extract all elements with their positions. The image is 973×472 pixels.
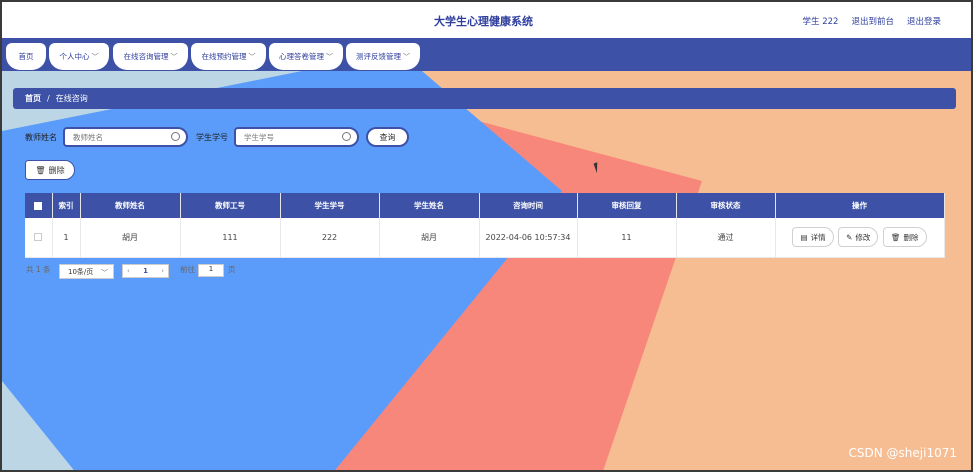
- search-icon: [171, 132, 180, 141]
- cell-index: 1: [52, 218, 81, 258]
- cell-teacher-id: 111: [180, 218, 281, 258]
- teacher-name-label: 教师姓名: [25, 133, 57, 142]
- header-teacher-id: 教师工号: [180, 193, 281, 218]
- nav-label: 心理答卷管理: [279, 52, 324, 61]
- document-icon: ▤: [800, 232, 808, 242]
- chevron-down-icon: ﹀: [101, 269, 108, 277]
- header-student-name: 学生姓名: [379, 193, 480, 218]
- detail-button[interactable]: ▤ 详情: [792, 227, 834, 248]
- cell-student-name: 胡月: [379, 218, 480, 258]
- next-page-icon[interactable]: ›: [161, 267, 164, 275]
- current-page[interactable]: 1: [143, 267, 148, 275]
- bulk-delete-button[interactable]: 🗑 删除: [25, 160, 75, 180]
- user-label: 学生 222: [802, 17, 839, 27]
- header-index: 索引: [52, 193, 81, 218]
- header-operations: 操作: [775, 193, 945, 218]
- cell-consult-time: 2022-04-06 10:57:34: [479, 218, 578, 258]
- header-teacher-name: 教师姓名: [80, 193, 181, 218]
- chevron-down-icon: ﹀: [326, 52, 333, 61]
- header-review-reply: 审核回复: [577, 193, 677, 218]
- app-title: 大学生心理健康系统: [434, 15, 533, 28]
- nav-item-consult-mgmt[interactable]: 在线咨询管理 ﹀: [113, 43, 188, 70]
- row-delete-label: 删除: [903, 232, 919, 242]
- header-review-status: 审核状态: [676, 193, 776, 218]
- nav-label: 个人中心: [59, 52, 90, 61]
- prev-page-icon[interactable]: ‹: [127, 267, 130, 275]
- chevron-down-icon: ﹀: [91, 52, 99, 61]
- row-delete-button[interactable]: 🗑 删除: [882, 227, 927, 248]
- breadcrumb-separator: /: [47, 94, 50, 103]
- query-button[interactable]: 查询: [366, 127, 409, 147]
- pencil-icon: ✎: [846, 232, 853, 242]
- edit-button[interactable]: ✎ 修改: [838, 227, 879, 248]
- page-size-value: 10条/页: [68, 267, 94, 276]
- cell-review-reply: 11: [577, 218, 677, 258]
- teacher-name-input[interactable]: [73, 132, 173, 142]
- trash-icon: 🗑: [890, 232, 901, 242]
- nav-label: 在线预约管理: [201, 52, 247, 61]
- breadcrumb-current: 在线咨询: [55, 94, 88, 103]
- student-id-label: 学生学号: [196, 133, 228, 142]
- teacher-name-field[interactable]: [63, 127, 188, 147]
- chevron-down-icon: ﹀: [403, 52, 410, 61]
- nav-label: 首页: [18, 52, 34, 61]
- main-nav: 首页 个人中心 ﹀ 在线咨询管理 ﹀ 在线预约管理 ﹀ 心理答卷管理 ﹀ 测评反馈管理 ﹀: [2, 38, 971, 71]
- cell-student-id: 222: [280, 218, 380, 258]
- nav-item-questionnaire-mgmt[interactable]: 心理答卷管理 ﹀: [269, 43, 343, 70]
- student-id-field[interactable]: [234, 127, 359, 147]
- logout-link[interactable]: 退出登录: [907, 15, 941, 27]
- delete-label: 删除: [48, 165, 65, 175]
- page-unit-label: 页: [228, 265, 236, 274]
- page-size-select[interactable]: 10条/页 ﹀: [59, 264, 114, 279]
- header-select-all[interactable]: [25, 193, 53, 218]
- goto-label: 前往: [180, 265, 195, 274]
- consult-table: 索引 教师姓名 教师工号 学生学号 学生姓名 咨询时间 审核回复 审核状态 操作…: [25, 193, 945, 258]
- goto-page-input[interactable]: 1: [198, 264, 224, 277]
- cell-teacher-name: 胡月: [80, 218, 181, 258]
- select-all-checkbox[interactable]: [34, 202, 43, 210]
- nav-item-appointment-mgmt[interactable]: 在线预约管理 ﹀: [191, 43, 266, 70]
- breadcrumb: 首页 / 在线咨询: [13, 88, 956, 109]
- pager-nav: ‹ 1 ›: [122, 264, 169, 278]
- back-to-front-link[interactable]: 退出到前台: [851, 15, 894, 27]
- detail-label: 详情: [810, 232, 826, 242]
- nav-item-home[interactable]: 首页: [6, 43, 46, 70]
- breadcrumb-home[interactable]: 首页: [25, 93, 41, 104]
- header-consult-time: 咨询时间: [479, 193, 578, 218]
- chevron-down-icon: ﹀: [248, 52, 256, 61]
- table-row: 1 胡月 111 222 胡月 2022-04-06 10:57:34 11 通…: [25, 218, 945, 258]
- top-right-links: 学生 222 退出到前台 退出登录: [803, 15, 941, 27]
- row-checkbox[interactable]: [34, 233, 43, 242]
- chevron-down-icon: ﹀: [170, 52, 178, 61]
- watermark: CSDN @sheji1071: [848, 446, 957, 460]
- cell-operations: ▤ 详情 ✎ 修改 🗑 删除: [775, 218, 945, 258]
- nav-label: 测评反馈管理: [356, 52, 401, 61]
- nav-item-personal-center[interactable]: 个人中心 ﹀: [49, 43, 109, 70]
- pager-total: 共 1 条: [26, 265, 51, 274]
- header-student-id: 学生学号: [280, 193, 380, 218]
- table-header-row: 索引 教师姓名 教师工号 学生学号 学生姓名 咨询时间 审核回复 审核状态 操作: [25, 193, 945, 218]
- edit-label: 修改: [855, 232, 871, 242]
- nav-label: 在线咨询管理: [123, 52, 169, 61]
- student-id-input[interactable]: [244, 132, 344, 142]
- search-icon: [342, 132, 351, 141]
- app-window: 大学生心理健康系统 学生 222 退出到前台 退出登录 首页 个人中心 ﹀ 在线咨…: [0, 0, 973, 472]
- nav-item-feedback-mgmt[interactable]: 测评反馈管理 ﹀: [346, 43, 420, 70]
- row-select[interactable]: [25, 218, 53, 258]
- trash-icon: 🗑: [35, 165, 46, 175]
- top-bar: 大学生心理健康系统 学生 222 退出到前台 退出登录: [2, 2, 971, 38]
- cell-review-status: 通过: [676, 218, 776, 258]
